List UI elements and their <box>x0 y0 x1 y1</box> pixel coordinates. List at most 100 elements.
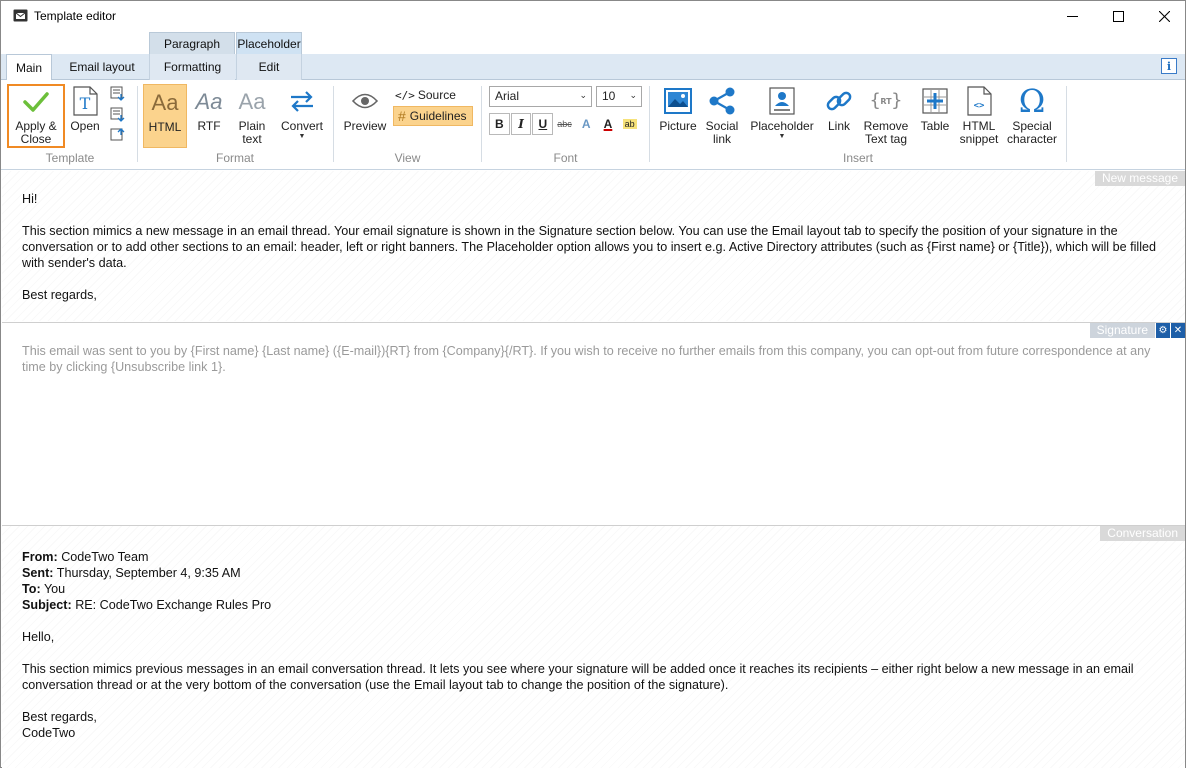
convert-label: Convert <box>280 119 324 133</box>
font-color-button[interactable]: A <box>597 113 619 135</box>
open-button[interactable]: T Open <box>67 84 103 148</box>
source-toggle-button[interactable]: </> Source <box>395 86 465 104</box>
remove-text-tag-button[interactable]: { } RT Remove Text tag <box>861 84 911 148</box>
conversation-sent-line: Sent: Thursday, September 4, 9:35 AM <box>22 566 241 580</box>
signature-settings-button[interactable]: ⚙ <box>1156 323 1170 338</box>
rt-tag-icon: { } RT <box>870 84 902 118</box>
new-message-greeting: Hi! <box>22 192 38 206</box>
conversation-greeting: Hello, <box>22 630 55 644</box>
insert-table-button[interactable]: Table <box>915 84 955 148</box>
new-message-paragraph: This section mimics a new message in an … <box>22 224 1157 270</box>
guidelines-label: Guidelines <box>409 109 467 123</box>
font-aa-rtf-icon: Aa <box>195 88 223 114</box>
rtf-format-button[interactable]: Aa RTF <box>189 84 229 148</box>
strikethrough-button[interactable]: abc <box>554 113 575 135</box>
info-icon: i <box>1166 59 1172 73</box>
social-label-2: link <box>712 132 731 146</box>
info-button[interactable]: i <box>1161 58 1177 74</box>
html-snippet-label-2: snippet <box>959 132 999 146</box>
font-family-select[interactable]: Arial ⌄ <box>489 86 592 107</box>
ribbon-tab-row: Main Email layout Formatting Edit <box>1 54 1185 81</box>
ribbon-separator <box>137 86 138 162</box>
picture-icon <box>664 84 692 118</box>
svg-text:T: T <box>80 94 91 113</box>
font-size-select[interactable]: 10 ⌄ <box>596 86 642 107</box>
html-snippet-icon: <> <box>965 84 993 118</box>
eraser-icon: A <box>581 117 591 131</box>
insert-link-button[interactable]: Link <box>819 84 859 148</box>
eye-icon <box>351 84 379 118</box>
ribbon-separator <box>1066 86 1067 162</box>
special-label-2: character <box>1006 132 1058 146</box>
italic-button[interactable]: I <box>510 113 532 135</box>
minimize-icon <box>1066 15 1078 17</box>
chevron-down-icon: ⌄ <box>579 90 587 100</box>
conversation-from-line: From: CodeTwo Team <box>22 550 149 564</box>
source-label: Source <box>417 88 456 102</box>
svg-text:<>: <> <box>974 101 985 111</box>
convert-button[interactable]: Convert ▼ <box>276 84 328 148</box>
new-message-section[interactable]: New message Hi! This section mimics a ne… <box>2 171 1185 321</box>
guidelines-toggle-button[interactable]: # Guidelines <box>393 106 473 126</box>
insert-picture-button[interactable]: Picture <box>657 84 699 148</box>
insert-placeholder-button[interactable]: Placeholder ▼ <box>747 84 817 148</box>
html-format-button[interactable]: Aa HTML <box>143 84 187 148</box>
convert-arrows-icon <box>289 84 315 118</box>
apply-close-button[interactable]: Apply & Close <box>7 84 65 148</box>
highlight-icon: ab <box>622 119 637 129</box>
signature-body[interactable]: This email was sent to you by {First nam… <box>22 343 1167 375</box>
tab-main[interactable]: Main <box>6 54 52 81</box>
context-group-placeholder: Placeholder <box>236 32 302 54</box>
table-icon <box>921 84 949 118</box>
template-editor-window: Template editor Paragraph Placeholder Ma… <box>0 0 1186 768</box>
window-title: Template editor <box>34 9 117 23</box>
conversation-closing-1: Best regards, <box>22 710 97 724</box>
font-size-value: 10 <box>602 89 616 103</box>
conversation-section[interactable]: Conversation From: CodeTwo Team Sent: Th… <box>2 525 1185 768</box>
group-label-format: Format <box>215 151 254 165</box>
conversation-to-line: To: You <box>22 582 66 596</box>
plain-text-format-button[interactable]: Aa Plain text <box>232 84 272 148</box>
ribbon-separator <box>333 86 334 162</box>
font-format-toolbar: B I U abc A A ab <box>489 113 641 135</box>
signature-remove-button[interactable]: ✕ <box>1171 323 1185 338</box>
user-card-icon <box>768 84 796 118</box>
clear-format-button[interactable]: A <box>575 113 597 135</box>
highlight-button[interactable]: ab <box>619 113 641 135</box>
signature-text: This email was sent to you by {First nam… <box>22 344 1151 374</box>
tab-formatting[interactable]: Formatting <box>149 54 235 80</box>
underline-button[interactable]: U <box>532 113 554 135</box>
placeholder-label: Placeholder <box>750 119 814 133</box>
preview-button[interactable]: Preview <box>341 84 389 148</box>
link-chain-icon <box>824 84 854 118</box>
tab-edit[interactable]: Edit <box>236 54 302 80</box>
tab-email-layout[interactable]: Email layout <box>59 54 145 80</box>
chevron-down-icon: ⌄ <box>629 90 637 100</box>
close-button[interactable] <box>1141 1 1186 31</box>
template-small-icons[interactable] <box>109 86 127 146</box>
html-label: HTML <box>148 120 182 134</box>
placeholder-dropdown-arrow-icon: ▼ <box>778 133 786 140</box>
insert-html-snippet-button[interactable]: <> HTML snippet <box>957 84 1001 148</box>
apply-close-label-2: Close <box>20 132 52 146</box>
minimize-button[interactable] <box>1049 1 1095 31</box>
new-message-body[interactable]: Hi! This section mimics a new message in… <box>22 191 1167 303</box>
rtf-label: RTF <box>197 119 221 133</box>
maximize-icon <box>1112 10 1124 22</box>
grid-hash-icon: # <box>398 108 406 124</box>
conversation-closing-2: CodeTwo <box>22 726 76 740</box>
new-message-section-label: New message <box>1094 171 1185 186</box>
conversation-paragraph: This section mimics previous messages in… <box>22 662 1134 692</box>
insert-social-link-button[interactable]: Social link <box>701 84 743 148</box>
close-icon: ✕ <box>1173 325 1183 336</box>
conversation-body[interactable]: From: CodeTwo Team Sent: Thursday, Septe… <box>22 549 1167 741</box>
maximize-button[interactable] <box>1095 1 1141 31</box>
font-color-icon: A <box>603 117 613 131</box>
table-label: Table <box>920 119 950 133</box>
font-aa-plain-icon: Aa <box>238 88 266 114</box>
bold-button[interactable]: B <box>489 113 510 135</box>
font-aa-html-icon: Aa <box>151 89 179 115</box>
signature-section[interactable]: Signature ⚙ ✕ This email was sent to you… <box>2 322 1185 524</box>
group-label-font: Font <box>553 151 578 165</box>
insert-special-character-button[interactable]: Ω Special character <box>1004 84 1060 148</box>
